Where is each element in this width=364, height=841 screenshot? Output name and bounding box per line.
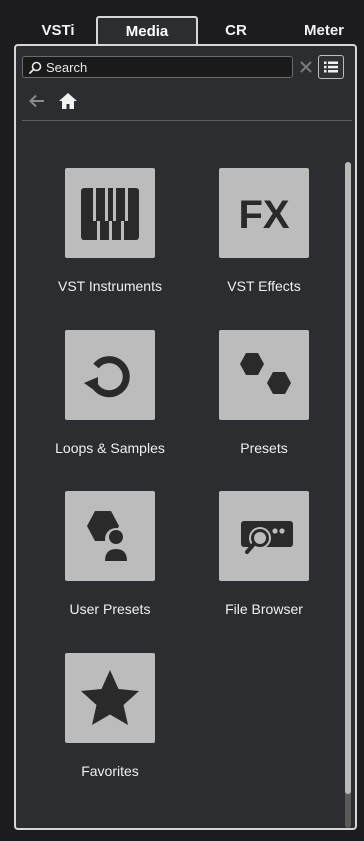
- tile-label: VST Effects: [227, 278, 301, 294]
- tile-label: File Browser: [225, 601, 303, 617]
- tile-label: Favorites: [81, 763, 139, 779]
- fx-icon: FX: [219, 168, 309, 258]
- piano-keys-icon: [65, 168, 155, 258]
- list-view-icon: [324, 61, 338, 73]
- tile-label: VST Instruments: [57, 278, 162, 294]
- tile-label: Presets: [240, 440, 288, 456]
- back-arrow-icon[interactable]: [28, 92, 46, 110]
- tile-vst-effects[interactable]: FX VST Effects: [189, 168, 339, 298]
- fx-icon-text: FX: [238, 193, 289, 237]
- star-icon: [65, 653, 155, 743]
- divider: [22, 120, 352, 121]
- tile-presets[interactable]: Presets: [189, 330, 339, 460]
- search-icon: [29, 61, 42, 74]
- list-view-button[interactable]: [318, 55, 344, 79]
- loop-icon: [65, 330, 155, 420]
- clear-search-icon[interactable]: [298, 59, 314, 75]
- search-input[interactable]: [42, 59, 276, 75]
- home-icon[interactable]: [58, 92, 78, 110]
- tab-bar: VSTi Media CR Meter: [0, 0, 364, 48]
- scrollbar[interactable]: [345, 162, 351, 828]
- tile-favorites[interactable]: Favorites: [35, 653, 185, 783]
- tab-vsti[interactable]: VSTi: [30, 20, 86, 42]
- file-search-icon: [219, 491, 309, 581]
- tile-label: User Presets: [69, 601, 151, 617]
- tile-vst-instruments[interactable]: VST Instruments: [35, 168, 185, 298]
- tile-file-browser[interactable]: File Browser: [189, 491, 339, 621]
- tab-meter[interactable]: Meter: [284, 20, 364, 42]
- tile-loops-samples[interactable]: Loops & Samples: [35, 330, 185, 460]
- tab-cr[interactable]: CR: [206, 20, 266, 42]
- user-hexagon-icon: [65, 491, 155, 581]
- tile-label: Loops & Samples: [55, 440, 165, 456]
- hexagons-icon: [219, 330, 309, 420]
- tile-user-presets[interactable]: User Presets: [35, 491, 185, 621]
- search-field[interactable]: [22, 56, 293, 78]
- scrollbar-thumb[interactable]: [345, 162, 351, 794]
